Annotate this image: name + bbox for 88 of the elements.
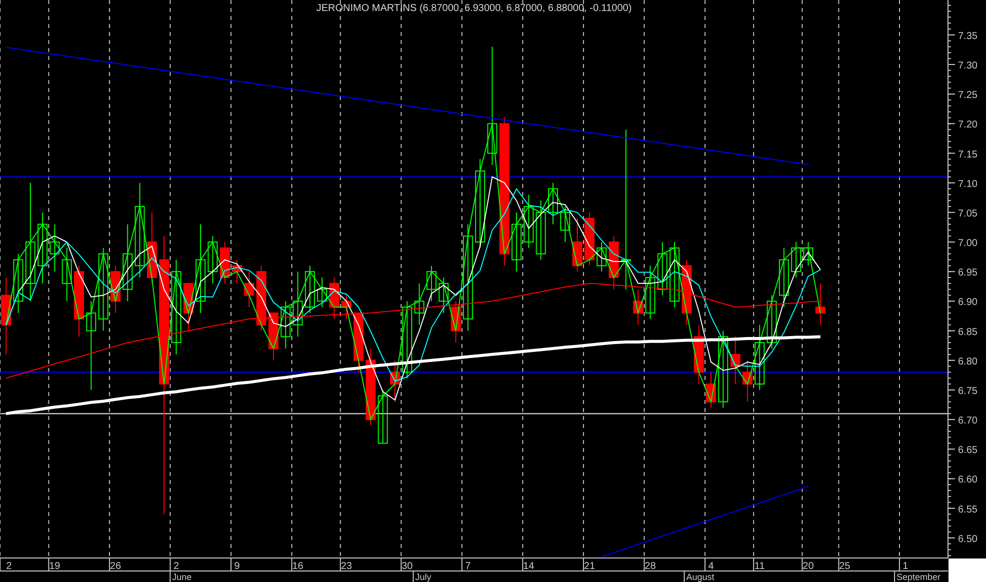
axis-label: 7.30 — [958, 60, 978, 72]
axis-label: 7 — [465, 561, 471, 572]
candlestick — [754, 324, 765, 390]
candlestick — [682, 259, 692, 326]
axis-label: 6.70 — [958, 416, 978, 427]
candlestick — [608, 236, 619, 290]
axis-label: 6.50 — [958, 534, 978, 545]
axis-label: 7.05 — [958, 208, 978, 220]
month-label: September — [896, 572, 941, 582]
candlestick — [50, 224, 60, 272]
candlestick — [256, 265, 266, 332]
candlestick — [220, 242, 230, 284]
candlestick — [450, 300, 461, 344]
candlestick — [329, 277, 340, 320]
axis-label: 19 — [49, 561, 60, 572]
candlestick — [341, 294, 352, 320]
axis-label: 7.20 — [958, 120, 978, 131]
axis-label: 6.95 — [958, 268, 978, 279]
candlestick — [317, 277, 328, 308]
candlestick — [390, 360, 400, 402]
candlestick — [183, 282, 194, 332]
candlestick — [572, 218, 582, 272]
candlestick — [815, 282, 826, 326]
candlestick — [803, 242, 814, 266]
axis-label: 7.10 — [958, 178, 978, 190]
candlestick — [378, 389, 388, 444]
axis-label: 2 — [6, 561, 12, 572]
candlestick — [778, 247, 789, 308]
axis-label: 6.85 — [958, 326, 978, 338]
candlestick — [584, 212, 594, 266]
candlestick — [524, 194, 534, 248]
axis-label: 6.90 — [958, 297, 978, 308]
candlestick — [110, 265, 120, 314]
candlestick — [548, 182, 558, 225]
candlestick — [13, 253, 24, 314]
axis-label: 6.60 — [958, 474, 978, 486]
axis-label: 11 — [754, 561, 765, 572]
candlestick — [268, 312, 278, 361]
axis-label: 26 — [110, 561, 122, 572]
candlestick — [438, 277, 449, 314]
candlestick — [670, 242, 680, 308]
axis-label: 6.55 — [958, 504, 978, 516]
axis-label: 4 — [708, 561, 714, 572]
axis-label: 20 — [802, 561, 814, 572]
chart-title: JERONIMO MARTINS (6.87000, 6.93000, 6.87000, 6.88000, -0.11000) — [316, 3, 632, 14]
corner-panel — [948, 558, 986, 582]
candlestick — [426, 265, 436, 302]
month-label: June — [172, 572, 192, 582]
month-label: July — [415, 572, 432, 582]
candlestick — [766, 294, 777, 350]
candlestick — [512, 212, 522, 272]
candlestick — [633, 288, 644, 326]
candlestick — [292, 271, 303, 338]
candlestick — [232, 259, 242, 284]
candlestick — [208, 236, 218, 284]
month-label: August — [686, 572, 714, 582]
candlestick — [596, 242, 607, 272]
axis-label: 25 — [839, 561, 850, 572]
candlestick — [304, 265, 315, 314]
axis-label: 7.25 — [958, 90, 978, 102]
axis-label: 30 — [402, 561, 413, 572]
candlestick — [536, 200, 546, 260]
candlestick — [244, 271, 254, 308]
axis-label: 1 — [902, 561, 908, 572]
axis-label: 14 — [523, 561, 534, 572]
candlestick — [742, 360, 752, 402]
axis-label: 7.15 — [958, 149, 978, 160]
axis-label: 9 — [234, 561, 240, 572]
candlestick — [730, 336, 740, 385]
candlestick — [645, 265, 656, 320]
candlestick — [694, 324, 704, 385]
axis-label: 6.80 — [958, 356, 978, 368]
axis-label: 2 — [173, 561, 179, 572]
axis-label: 28 — [644, 561, 656, 572]
axis-label: 16 — [292, 561, 304, 572]
axis-label: 23 — [340, 561, 352, 572]
axis-label: 6.75 — [958, 386, 978, 397]
candlestick — [414, 282, 424, 326]
axis-label: 21 — [584, 561, 596, 572]
candlestick — [280, 300, 291, 350]
candlestick — [560, 206, 570, 243]
axis-label: 7.00 — [958, 238, 978, 250]
axis-label: 7.35 — [958, 30, 978, 42]
candlestick — [657, 242, 668, 296]
candlestick — [706, 372, 716, 408]
candlestick — [791, 242, 802, 278]
candlestick — [62, 247, 72, 302]
axis-label: 6.65 — [958, 445, 978, 456]
